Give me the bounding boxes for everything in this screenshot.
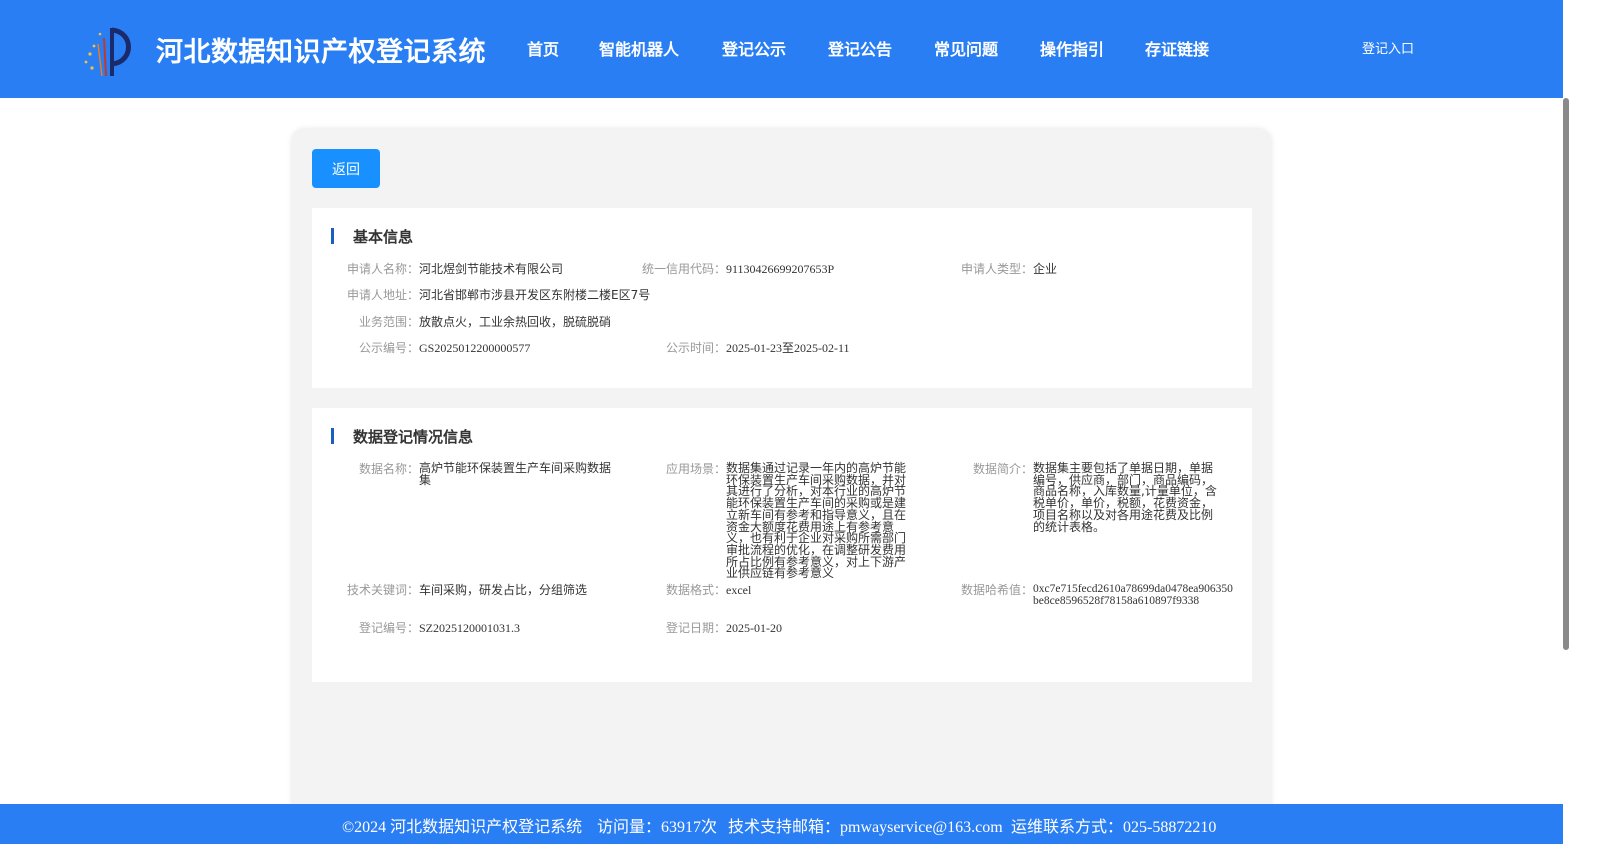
- back-button[interactable]: 返回: [312, 149, 380, 188]
- footer-support-email: 技术支持邮箱：pmwayservice@163.com: [728, 819, 1003, 836]
- nav-registration-notice[interactable]: 登记公告: [828, 36, 892, 60]
- login-link[interactable]: 登记入口: [1362, 38, 1414, 57]
- page-footer: ©2024 河北数据知识产权登记系统 访问量：63917次 技术支持邮箱：pmw…: [0, 804, 1563, 844]
- nav-guide[interactable]: 操作指引: [1040, 36, 1104, 60]
- nav-registration-publicity[interactable]: 登记公示: [722, 36, 786, 60]
- basic-info-title: 基本信息: [331, 226, 413, 246]
- footer-visits: 访问量：63917次: [597, 819, 718, 836]
- data-registration-title: 数据登记情况信息: [331, 426, 473, 446]
- title-accent-bar: [331, 228, 334, 244]
- basic-info-panel: 基本信息 申请人名称： 河北煜剑节能技术有限公司 统一信用代码： 9113042…: [312, 208, 1252, 388]
- top-header: 河北数据知识产权登记系统 首页 智能机器人 登记公示 登记公告 常见问题 操作指…: [0, 0, 1563, 98]
- title-accent-bar: [331, 428, 334, 444]
- footer-ops-phone: 运维联系方式：025-58872210: [1011, 819, 1217, 836]
- nav-home[interactable]: 首页: [527, 36, 559, 60]
- nav-faq[interactable]: 常见问题: [934, 36, 998, 60]
- site-title: 河北数据知识产权登记系统: [156, 37, 486, 68]
- logo-icon[interactable]: [82, 24, 134, 78]
- nav-robot[interactable]: 智能机器人: [599, 36, 679, 60]
- nav-evidence-link[interactable]: 存证链接: [1145, 36, 1209, 60]
- scrollbar-thumb[interactable]: [1563, 98, 1569, 650]
- data-registration-panel: 数据登记情况信息 数据名称： 高炉节能环保装置生产车间采购数据集 应用场景： 数…: [312, 408, 1252, 682]
- footer-copyright: ©2024 河北数据知识产权登记系统: [342, 819, 583, 836]
